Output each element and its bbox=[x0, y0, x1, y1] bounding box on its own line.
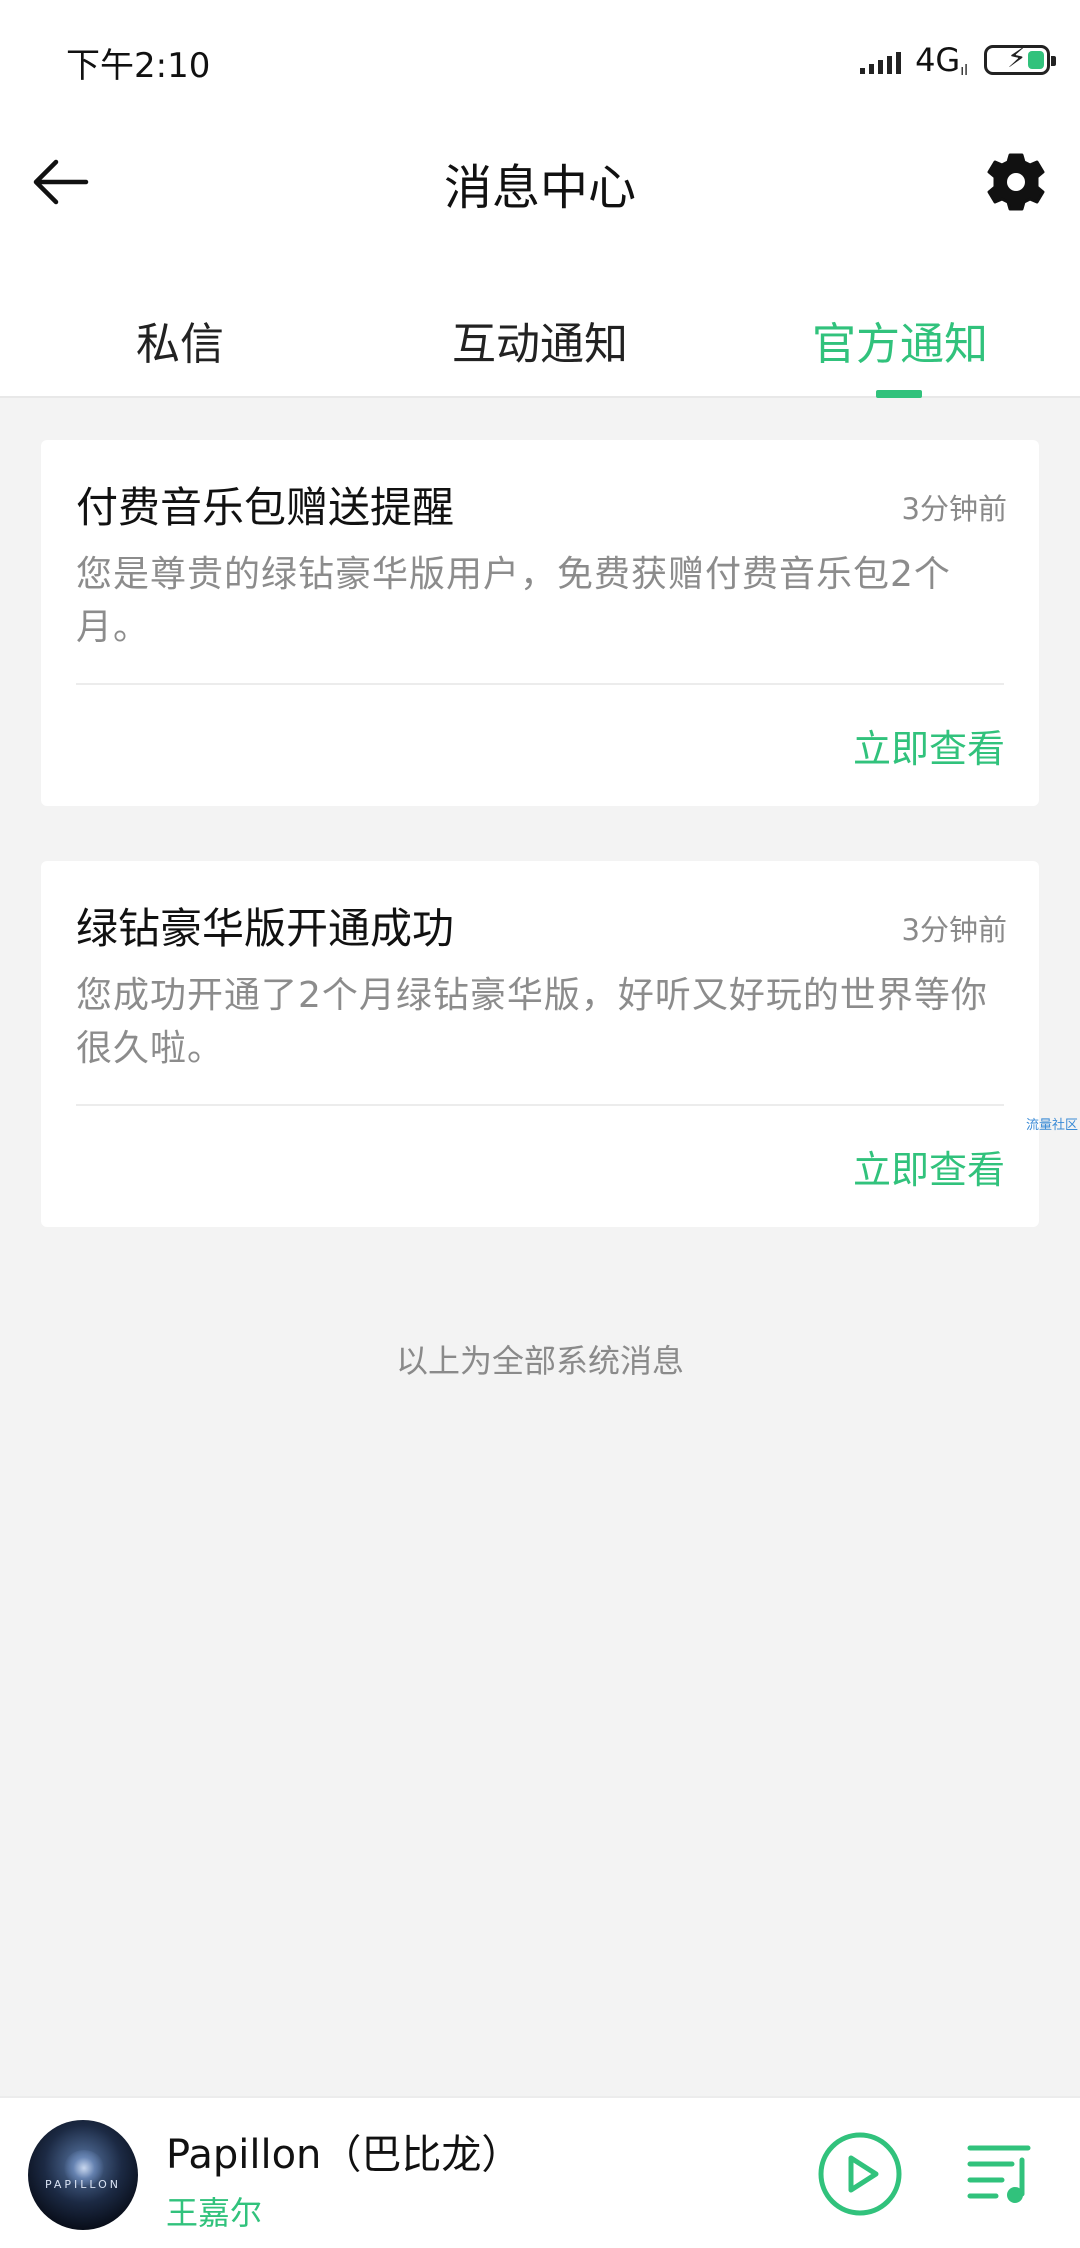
message-title: 绿钻豪华版开通成功 bbox=[76, 904, 455, 953]
status-indicators: 4Gıl ⚡ bbox=[860, 38, 1056, 82]
message-card[interactable]: 绿钻豪华版开通成功 3分钟前 您成功开通了2个月绿钻豪华版，好听又好玩的世界等你… bbox=[41, 861, 1039, 1227]
settings-button[interactable] bbox=[978, 144, 1054, 220]
mini-player[interactable]: PAPILLON Papillon（巴比龙） 王嘉尔 bbox=[0, 2096, 1080, 2248]
card-divider bbox=[76, 683, 1004, 685]
song-artist: 王嘉尔 bbox=[166, 2194, 263, 2232]
message-tabs: 私信 互动通知 官方通知 bbox=[0, 280, 1080, 398]
playlist-button[interactable] bbox=[966, 2138, 1036, 2208]
album-cover[interactable]: PAPILLON bbox=[28, 2120, 138, 2230]
gear-icon bbox=[987, 153, 1045, 211]
status-bar: 下午2:10 4Gıl ⚡ bbox=[0, 0, 1080, 120]
message-time: 3分钟前 bbox=[901, 492, 1007, 526]
song-title: Papillon（巴比龙） bbox=[166, 2132, 522, 2178]
active-tab-indicator bbox=[876, 390, 922, 398]
album-cover-text: PAPILLON bbox=[44, 2178, 122, 2191]
view-now-button[interactable]: 立即查看 bbox=[853, 1139, 1005, 1194]
page-title: 消息中心 bbox=[443, 160, 636, 216]
app-header: 消息中心 bbox=[0, 120, 1080, 280]
view-now-button[interactable]: 立即查看 bbox=[853, 718, 1005, 773]
card-divider bbox=[76, 1104, 1004, 1106]
message-time: 3分钟前 bbox=[901, 913, 1007, 947]
message-body: 您是尊贵的绿钻豪华版用户，免费获赠付费音乐包2个月。 bbox=[76, 554, 951, 648]
tab-private-messages[interactable]: 私信 bbox=[0, 308, 360, 372]
play-circle-icon bbox=[818, 2132, 902, 2216]
message-card[interactable]: 付费音乐包赠送提醒 3分钟前 您是尊贵的绿钻豪华版用户，免费获赠付费音乐包2个月… bbox=[41, 440, 1039, 806]
signal-icon bbox=[860, 46, 902, 74]
playlist-icon bbox=[967, 2145, 1031, 2203]
watermark-text: 流量社区 bbox=[1025, 1118, 1078, 1133]
play-button[interactable] bbox=[816, 2130, 904, 2218]
message-title: 付费音乐包赠送提醒 bbox=[76, 483, 455, 532]
status-time: 下午2:10 bbox=[66, 46, 211, 86]
tab-official-notices[interactable]: 官方通知 bbox=[720, 308, 1080, 372]
network-type: 4Gıl bbox=[915, 41, 968, 79]
end-of-messages-note: 以上为全部系统消息 bbox=[395, 1342, 684, 1380]
message-body: 您成功开通了2个月绿钻豪华版，好听又好玩的世界等你很久啦。 bbox=[76, 975, 988, 1069]
tab-interaction-notices[interactable]: 互动通知 bbox=[360, 308, 720, 372]
battery-icon: ⚡ bbox=[984, 44, 1056, 75]
